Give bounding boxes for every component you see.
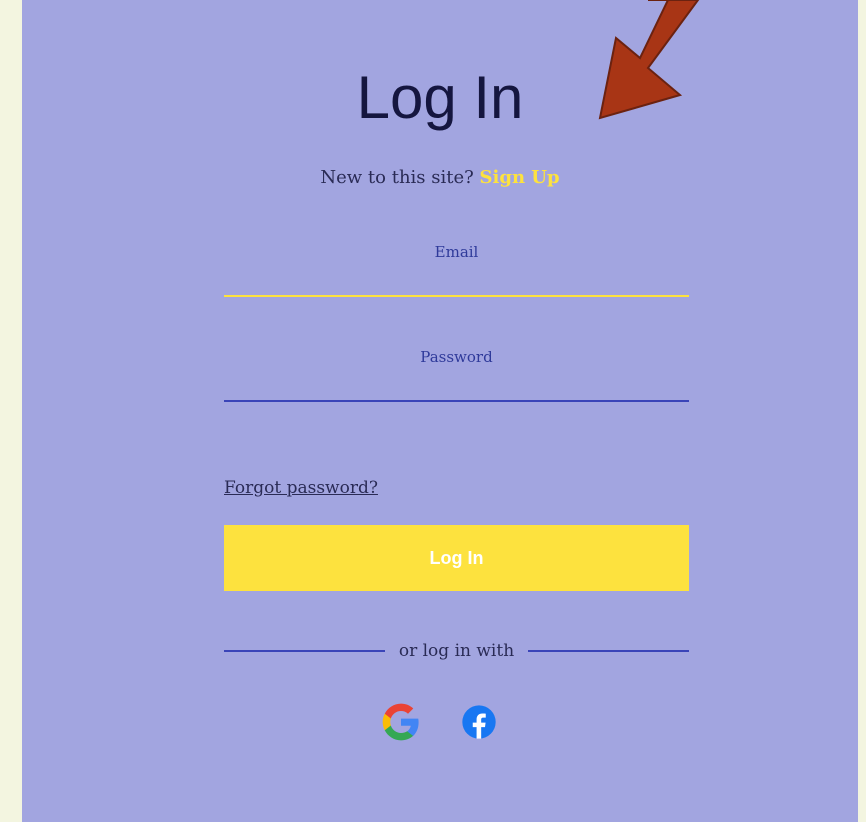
login-button[interactable]: Log In xyxy=(224,525,689,591)
social-divider: or log in with xyxy=(224,641,689,661)
arrow-shape xyxy=(598,0,700,120)
password-field-group: Password xyxy=(224,348,689,402)
signup-prompt: New to this site? xyxy=(320,167,474,188)
divider-text: or log in with xyxy=(398,641,515,661)
page-title: Log In xyxy=(356,64,524,131)
email-field-group: Email xyxy=(224,243,689,297)
social-login-row xyxy=(22,702,858,742)
google-login-button[interactable] xyxy=(381,702,421,742)
divider-line-left xyxy=(224,650,385,652)
facebook-login-button[interactable] xyxy=(459,702,499,742)
login-panel: Log In New to this site? Sign Up Email P… xyxy=(22,0,858,822)
divider-line-right xyxy=(528,650,689,652)
facebook-icon xyxy=(462,705,496,739)
signup-link[interactable]: Sign Up xyxy=(480,167,560,188)
forgot-password-link[interactable]: Forgot password? xyxy=(224,478,378,498)
password-label: Password xyxy=(420,348,493,366)
arrow-annotation xyxy=(598,0,700,120)
email-input[interactable] xyxy=(224,265,689,297)
signup-row: New to this site? Sign Up xyxy=(22,167,858,188)
password-input[interactable] xyxy=(224,370,689,402)
email-label: Email xyxy=(434,243,479,261)
google-icon xyxy=(382,703,419,741)
